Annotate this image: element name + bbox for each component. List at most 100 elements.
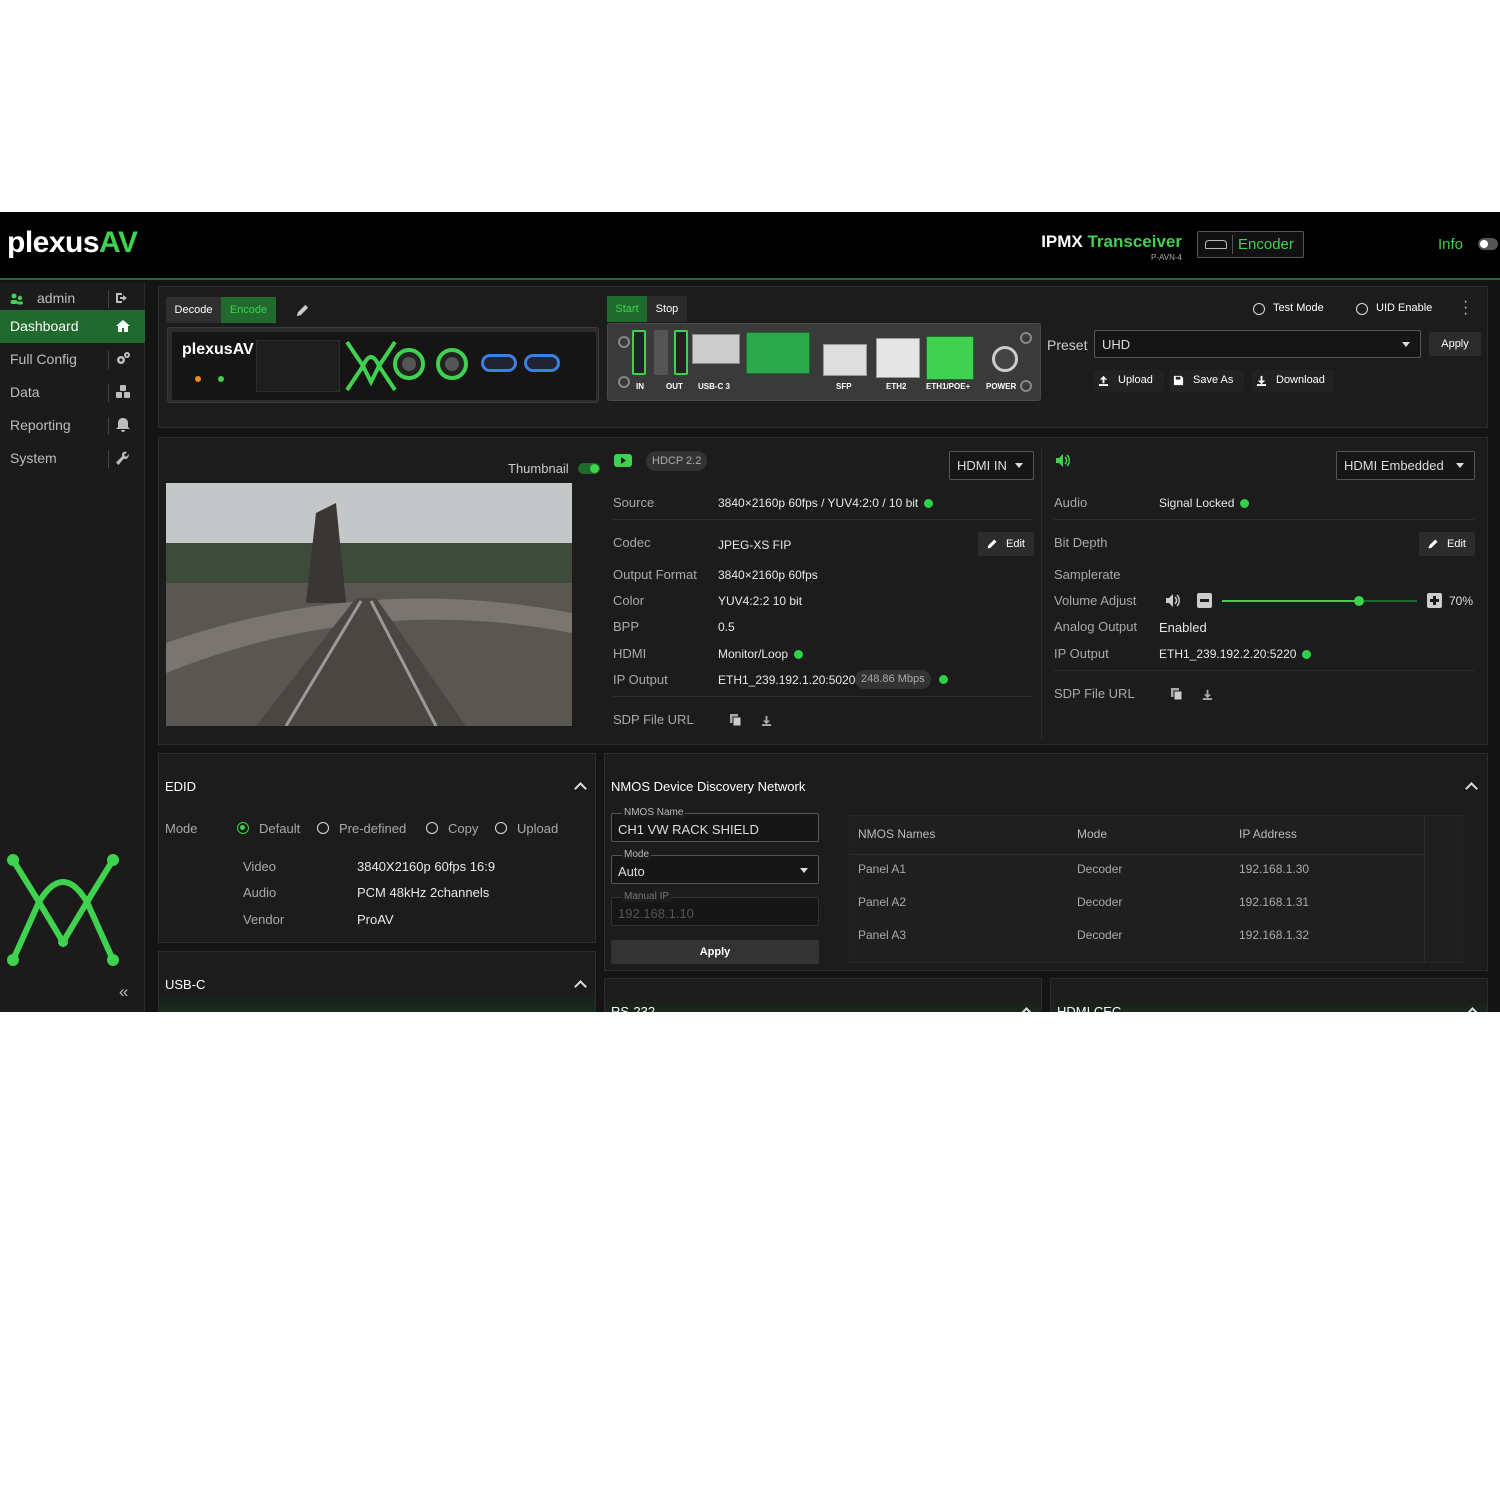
front-logo: plexusAV — [182, 341, 254, 358]
start-button[interactable]: Start — [607, 296, 647, 322]
port-eth1-label: ETH1/POE+ — [926, 382, 971, 391]
edid-audio-label: Audio — [243, 885, 277, 900]
audio-edit-button[interactable]: Edit — [1419, 532, 1475, 556]
bitrate-badge: 248.86 Mbps — [855, 670, 931, 689]
hdmi-label: HDMI — [613, 646, 647, 661]
table-row[interactable]: Panel A2 Decoder 192.168.1.31 — [850, 885, 1424, 915]
edid-upload-radio[interactable] — [495, 822, 507, 834]
device-front-panel: plexusAV — [167, 327, 599, 403]
table-scrollbar[interactable] — [1424, 816, 1425, 962]
save-icon — [1173, 375, 1184, 386]
edid-copy-radio[interactable] — [426, 822, 438, 834]
device-rear-panel: IN OUT USB-C 3 SFP ETH2 ETH1/POE+ POWER — [607, 323, 1041, 401]
mode-selector[interactable]: Encoder — [1197, 231, 1304, 258]
ip-output-status-dot — [939, 675, 948, 684]
hdmicec-collapse-icon[interactable] — [1466, 1007, 1479, 1012]
encode-button[interactable]: Encode — [221, 297, 276, 323]
test-mode-label: Test Mode — [1273, 302, 1324, 314]
col-header-names: NMOS Names — [858, 827, 936, 841]
nmos-mode-dropdown[interactable]: Mode Auto — [611, 849, 819, 884]
copy-icon[interactable] — [730, 714, 742, 727]
edid-default-radio[interactable] — [237, 822, 249, 834]
home-icon — [116, 320, 130, 332]
device-model: P-AVN-4 — [1151, 253, 1182, 262]
volume-increase-button[interactable] — [1427, 593, 1442, 608]
audio-copy-icon[interactable] — [1171, 688, 1183, 701]
sidebar-item-dashboard[interactable]: Dashboard — [0, 310, 145, 343]
table-row[interactable]: Panel A3 Decoder 192.168.1.32 — [850, 918, 1424, 948]
manual-ip-field[interactable]: Manual IP 192.168.1.10 — [611, 891, 819, 926]
edid-video-label: Video — [243, 859, 277, 874]
preset-apply-button[interactable]: Apply — [1429, 332, 1481, 356]
logout-icon[interactable] — [115, 290, 131, 306]
audio-source-dropdown[interactable]: HDMI Embedded — [1336, 451, 1475, 480]
audio-ip-output-value: ETH1_239.192.2.20:5220 — [1159, 647, 1312, 661]
edid-collapse-icon[interactable] — [574, 782, 587, 795]
usbc-collapse-icon[interactable] — [574, 980, 587, 993]
video-thumbnail — [166, 483, 572, 726]
video-input-dropdown[interactable]: HDMI IN — [949, 451, 1034, 480]
info-link[interactable]: Info — [1438, 236, 1463, 253]
upload-button[interactable]: Upload — [1094, 370, 1164, 392]
volume-decrease-button[interactable] — [1197, 593, 1212, 608]
pencil-icon[interactable] — [295, 303, 310, 318]
sidebar-collapse-button[interactable]: « — [119, 982, 128, 1002]
codec-value: JPEG-XS FIP — [718, 538, 792, 552]
nmos-apply-button[interactable]: Apply — [611, 940, 819, 964]
table-row[interactable]: Panel A1 Decoder 192.168.1.30 — [850, 852, 1424, 882]
edid-vendor-label: Vendor — [243, 912, 285, 927]
nmos-panel: NMOS Device Discovery Network NMOS Name … — [604, 753, 1488, 971]
volume-slider-thumb[interactable] — [1353, 596, 1364, 606]
rs232-title: RS-232 — [611, 1004, 656, 1012]
info-toggle[interactable] — [1478, 238, 1498, 250]
output-format-value: 3840×2160p 60fps — [718, 568, 818, 582]
col-header-mode: Mode — [1077, 827, 1108, 841]
nmos-name-field[interactable]: NMOS Name CH1 VW RACK SHIELD — [611, 807, 819, 842]
more-menu-icon[interactable]: · · · — [1463, 294, 1468, 322]
stop-button[interactable]: Stop — [647, 296, 687, 322]
hdmicec-panel: HDMI CEC — [1050, 978, 1488, 1012]
volume-adjust-label: Volume Adjust — [1054, 593, 1137, 608]
uid-enable-radio[interactable] — [1356, 303, 1368, 315]
nmos-collapse-icon[interactable] — [1465, 782, 1478, 795]
thumbnail-toggle[interactable] — [578, 463, 600, 474]
decode-button[interactable]: Decode — [166, 297, 221, 323]
edid-predefined-radio[interactable] — [317, 822, 329, 834]
front-x-icon — [345, 340, 397, 392]
color-value: YUV4:2:2 10 bit — [718, 594, 803, 608]
save-as-button[interactable]: Save As — [1169, 370, 1244, 392]
sidebar-item-system[interactable]: System — [0, 442, 145, 475]
rs232-collapse-icon[interactable] — [1020, 1007, 1033, 1012]
port-power-label: POWER — [986, 382, 1017, 391]
rollercoaster-image — [166, 503, 572, 726]
download-sdp-icon[interactable] — [761, 715, 772, 726]
video-edit-button[interactable]: Edit — [978, 532, 1034, 556]
sidebar-item-reporting[interactable]: Reporting — [0, 409, 145, 442]
device-title: IPMX Transceiver — [1041, 232, 1182, 251]
test-mode-radio[interactable] — [1253, 303, 1265, 315]
sidebar-item-full-config[interactable]: Full Config — [0, 343, 145, 376]
bpp-value: 0.5 — [718, 620, 735, 634]
output-format-label: Output Format — [613, 567, 697, 582]
usbc-title: USB-C — [165, 977, 206, 992]
video-source-value: 3840×2160p 60fps / YUV4:2:0 / 10 bit — [718, 496, 934, 510]
audio-download-sdp-icon[interactable] — [1202, 689, 1213, 700]
rs232-panel: RS-232 — [604, 978, 1042, 1012]
edit-icon — [987, 539, 997, 549]
audio-edit-icon — [1428, 539, 1438, 549]
preset-dropdown[interactable]: UHD — [1094, 330, 1421, 358]
edid-predefined-label: Pre-defined — [339, 821, 407, 836]
bit-depth-label: Bit Depth — [1054, 535, 1108, 550]
color-label: Color — [613, 593, 645, 608]
codec-label: Codec — [613, 535, 651, 550]
volume-icon[interactable] — [1165, 593, 1181, 608]
edid-panel: EDID Mode Default Pre-defined Copy Uploa… — [158, 753, 596, 943]
nmos-mode-caret-icon — [800, 868, 808, 873]
video-ip-output-label: IP Output — [613, 672, 668, 687]
edid-video-value: 3840X2160p 60fps 16:9 — [357, 859, 496, 874]
sidebar-item-data[interactable]: Data — [0, 376, 145, 409]
download-button[interactable]: Download — [1252, 370, 1334, 392]
port-sfp-label: SFP — [836, 382, 852, 391]
video-source-label: Source — [613, 495, 655, 510]
speaker-icon — [1056, 454, 1070, 467]
